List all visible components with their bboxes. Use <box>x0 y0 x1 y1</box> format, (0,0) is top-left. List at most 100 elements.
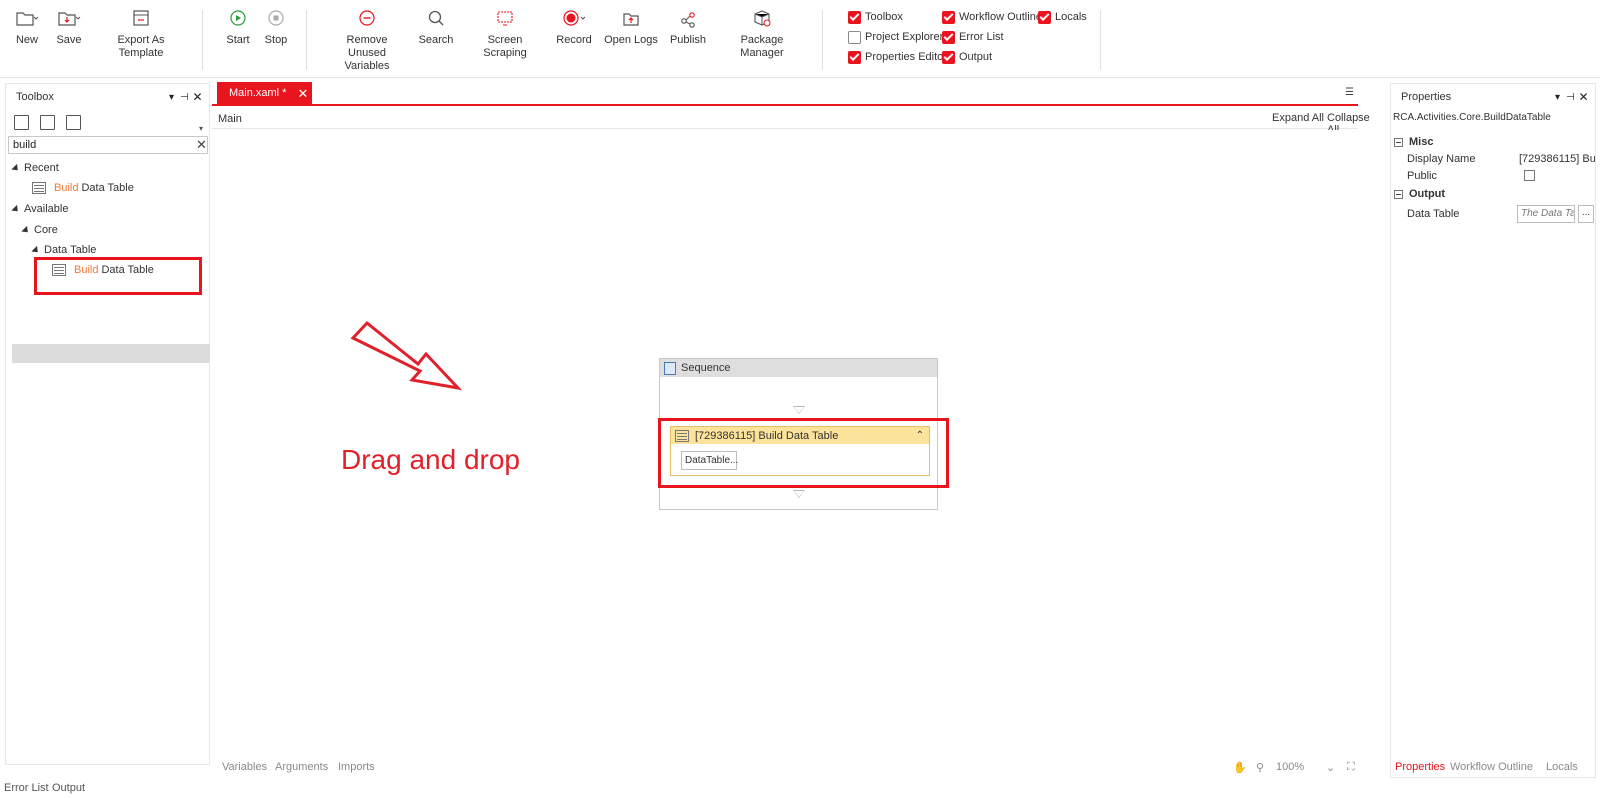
expand-all-link[interactable]: Expand All <box>1272 112 1324 124</box>
tab-output[interactable]: Output <box>52 782 85 794</box>
zoom-dropdown-icon[interactable]: ⌄ <box>1326 761 1335 774</box>
data-table-ellipsis-button[interactable]: ... <box>1578 205 1594 223</box>
tree-group-recent[interactable]: Recent <box>11 158 59 178</box>
clear-search-icon[interactable]: ✕ <box>196 137 207 153</box>
open-logs-icon <box>623 13 639 26</box>
properties-header: Properties ▾ ⊣ ✕ <box>1391 84 1595 110</box>
toggle-project-explorer[interactable]: Project Explorer <box>848 29 943 45</box>
document-tab-bar: Main.xaml * ✕ ☰ <box>212 82 1358 106</box>
close-icon[interactable]: ✕ <box>1577 90 1590 104</box>
tree-group-available[interactable]: Available <box>11 199 69 219</box>
toggle-workflow-outline-label: Workflow Outline <box>959 11 1042 23</box>
expand-all-icon[interactable] <box>14 115 29 130</box>
stop-button[interactable]: Stop <box>263 8 289 70</box>
ribbon-separator <box>306 10 307 70</box>
tab-error-list[interactable]: Error List <box>4 782 49 794</box>
zoom-icon[interactable]: ⚲ <box>1256 761 1264 774</box>
new-button[interactable]: New <box>14 8 40 70</box>
toggle-error-list-label: Error List <box>959 31 1004 43</box>
play-icon <box>230 10 246 26</box>
stop-icon <box>268 10 284 26</box>
toolbox-header: Toolbox ▾ ⊣ ✕ <box>6 84 209 110</box>
tree-group-core-label: Core <box>34 224 58 236</box>
toggle-locals-label: Locals <box>1055 11 1087 23</box>
properties-title: Properties <box>1401 91 1452 103</box>
sequence-header[interactable]: Sequence <box>660 359 937 377</box>
expanded-arrow-icon <box>21 225 31 235</box>
display-name-field[interactable]: [729386115] Build Data Table <box>1519 153 1595 165</box>
toggle-error-list[interactable]: Error List <box>942 29 1004 45</box>
toolbox-search-input[interactable]: build <box>8 136 208 154</box>
toolbox-icon-bar: ▾ <box>6 111 209 135</box>
package-manager-button[interactable]: Package Manager <box>720 8 804 70</box>
collapse-category-icon[interactable] <box>1394 137 1403 147</box>
toggle-properties-editor-label: Properties Editor <box>865 51 947 63</box>
record-icon <box>563 10 586 26</box>
screen-scraping-icon <box>497 11 513 26</box>
tree-group-core[interactable]: Core <box>21 220 58 240</box>
start-button[interactable]: Start <box>225 8 251 70</box>
collapse-category-icon[interactable] <box>1394 189 1403 199</box>
sequence-icon <box>664 361 676 375</box>
drop-target-bottom-icon[interactable] <box>793 490 805 498</box>
properties-panel: Properties ▾ ⊣ ✕ RCA.Activities.Core.Bui… <box>1390 83 1596 778</box>
hand-pan-icon[interactable]: ✋ <box>1233 761 1247 774</box>
toggle-toolbox[interactable]: Toolbox <box>848 9 903 25</box>
tab-list-icon[interactable]: ☰ <box>1345 87 1354 98</box>
ribbon-separator <box>202 10 203 70</box>
checkbox-checked-icon <box>942 30 955 44</box>
toggle-locals[interactable]: Locals <box>1038 9 1087 25</box>
tab-imports[interactable]: Imports <box>338 761 375 773</box>
toggle-output[interactable]: Output <box>942 49 992 65</box>
data-table-input[interactable]: The Data Table <box>1517 205 1575 223</box>
pin-icon[interactable]: ⊣ <box>178 92 191 103</box>
dropdown-icon[interactable]: ▾ <box>1551 92 1564 103</box>
selected-row-highlight <box>12 344 210 363</box>
category-misc[interactable]: Misc <box>1391 134 1595 150</box>
tab-main-xaml[interactable]: Main.xaml * ✕ <box>217 82 312 104</box>
category-misc-label: Misc <box>1409 136 1434 148</box>
property-key: Data Table <box>1407 208 1460 220</box>
fit-to-screen-icon[interactable]: ⛶ <box>1347 761 1355 774</box>
public-checkbox[interactable] <box>1524 170 1535 181</box>
annotation-box-activity <box>658 418 949 488</box>
tree-group-available-label: Available <box>24 203 69 215</box>
close-tab-icon[interactable]: ✕ <box>297 87 308 100</box>
tab-properties[interactable]: Properties <box>1395 761 1445 773</box>
toggle-workflow-outline[interactable]: Workflow Outline <box>942 9 1042 25</box>
checkbox-checked-icon <box>942 50 955 64</box>
record-button[interactable]: Record <box>556 8 592 70</box>
breadcrumb[interactable]: Main <box>218 113 242 125</box>
toggle-output-label: Output <box>959 51 993 63</box>
drop-target-top-icon[interactable] <box>793 406 805 414</box>
tab-workflow-outline[interactable]: Workflow Outline <box>1450 761 1533 773</box>
share-icon <box>681 12 695 28</box>
publish-button[interactable]: Publish <box>668 8 708 70</box>
zoom-level[interactable]: 100% <box>1276 761 1304 773</box>
tab-variables[interactable]: Variables <box>222 761 267 773</box>
search-button[interactable]: Search <box>418 8 454 70</box>
pin-icon[interactable]: ⊣ <box>1564 92 1577 103</box>
collapse-all-icon[interactable] <box>40 115 55 130</box>
remove-unused-variables-button[interactable]: Remove Unused Variables <box>328 8 406 72</box>
dropdown-icon[interactable]: ▾ <box>165 92 178 103</box>
expanded-arrow-icon <box>31 245 41 255</box>
checkbox-unchecked-icon <box>848 30 861 44</box>
new-label: New <box>15 34 38 46</box>
toggle-properties-editor[interactable]: Properties Editor <box>848 49 947 65</box>
export-template-label: Export As Template <box>117 34 165 59</box>
screen-scraping-button[interactable]: Screen Scraping <box>466 8 544 70</box>
save-icon <box>58 12 81 26</box>
tab-arguments[interactable]: Arguments <box>275 761 328 773</box>
save-label: Save <box>56 34 82 46</box>
export-template-button[interactable]: Export As Template <box>96 8 186 70</box>
overflow-icon[interactable]: ▾ <box>199 124 203 133</box>
category-output[interactable]: Output <box>1391 186 1595 202</box>
open-logs-button[interactable]: Open Logs <box>604 8 658 70</box>
screen-scraping-label: Screen Scraping <box>483 34 527 59</box>
save-button[interactable]: Save <box>56 8 82 70</box>
tree-item-build-data-table-recent[interactable]: Build Data Table <box>32 178 134 198</box>
close-icon[interactable]: ✕ <box>191 90 204 104</box>
tab-locals[interactable]: Locals <box>1546 761 1578 773</box>
list-view-icon[interactable] <box>66 115 81 130</box>
